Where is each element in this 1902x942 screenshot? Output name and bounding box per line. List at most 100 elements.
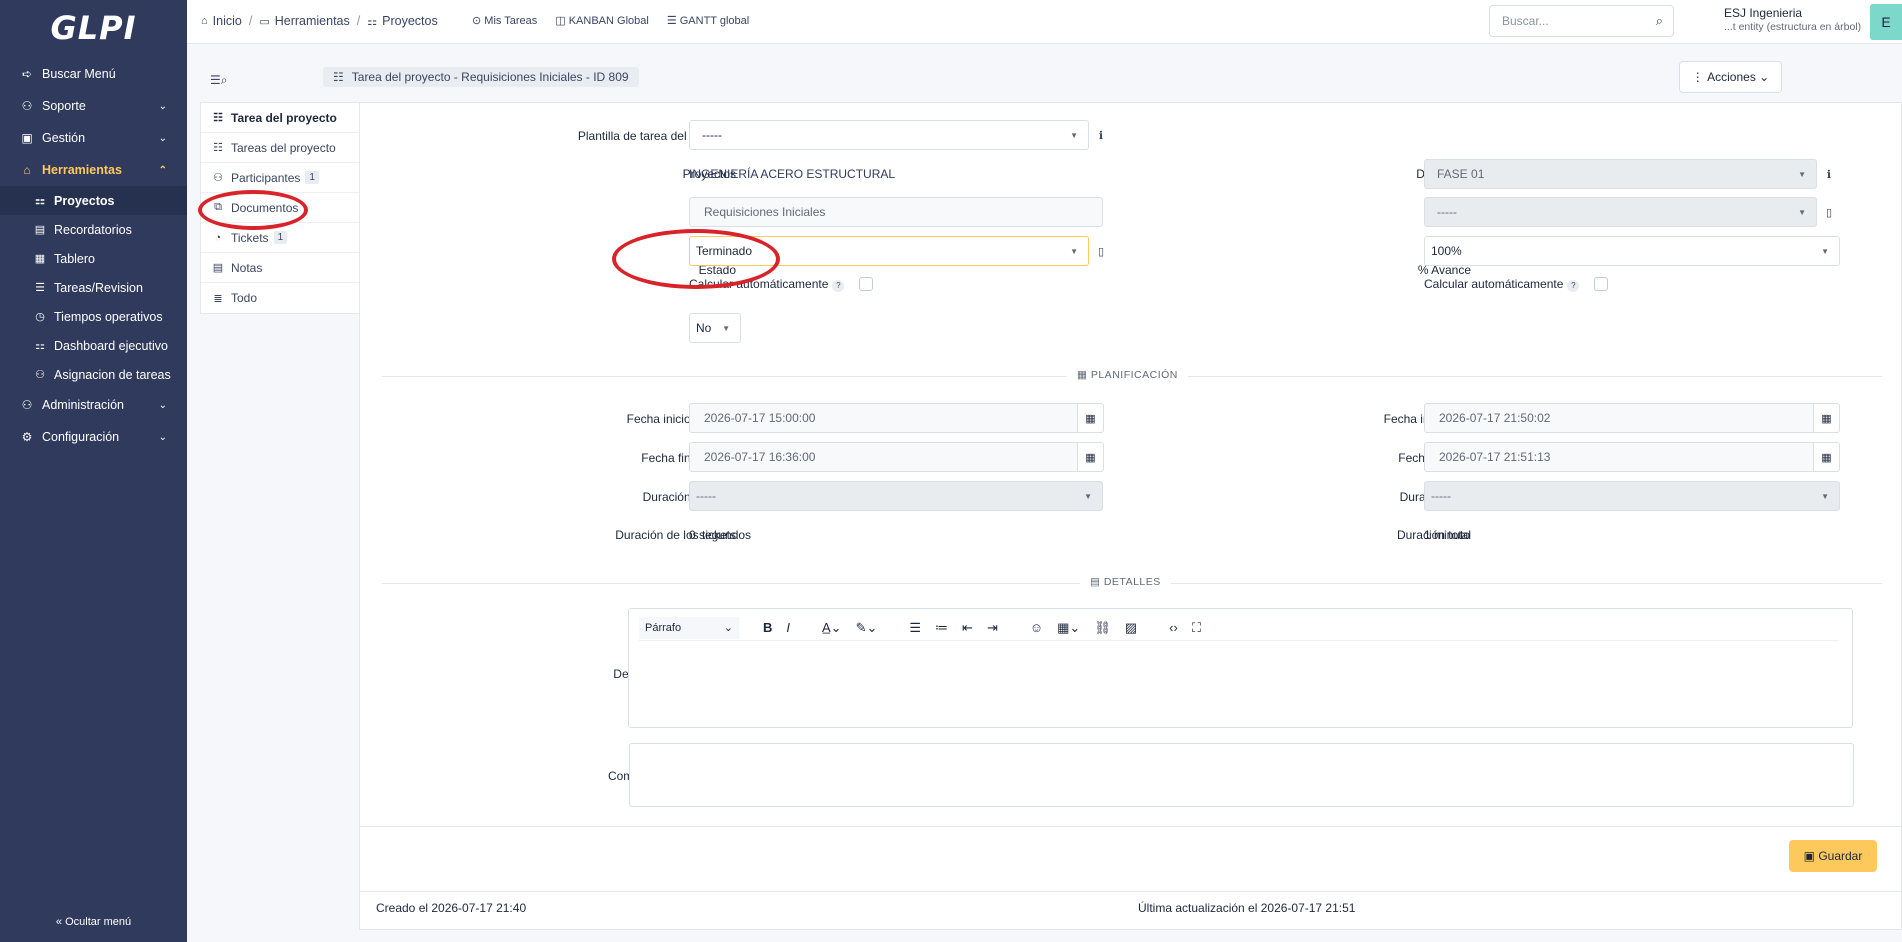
template-select[interactable]: ----- ▼	[689, 120, 1089, 150]
real-duration-select[interactable]: ----- ▼	[1424, 481, 1840, 511]
info-icon[interactable]: ℹ	[1094, 120, 1108, 150]
fullscreen-icon[interactable]: ⛶	[1192, 620, 1201, 636]
plan-start-value: 2026-07-17 15:00:00	[704, 411, 816, 425]
real-start-input[interactable]: 2026-07-17 21:50:02	[1424, 403, 1814, 433]
link-icon[interactable]: ⛓	[1094, 620, 1111, 636]
annotation-circle-documentos	[198, 190, 308, 230]
tab-tickets[interactable]: ◔ Tickets 1	[201, 223, 359, 253]
sidebar-item-label: Recordatorios	[54, 222, 132, 237]
search-input[interactable]: Buscar... ⌕	[1489, 5, 1674, 37]
breadcrumb-herramientas[interactable]: Herramientas	[275, 14, 350, 28]
outdent-icon[interactable]: ⇤	[962, 620, 973, 636]
text-color-icon[interactable]: A̲⌄	[822, 620, 842, 636]
info-icon[interactable]: ℹ	[1822, 159, 1836, 189]
numbered-list-icon[interactable]: ≔	[935, 620, 948, 636]
indent-icon[interactable]: ⇥	[987, 620, 998, 636]
italic-icon[interactable]: I	[786, 620, 790, 635]
sidebar-item-buscar-menu[interactable]: ➪ Buscar Menú	[0, 58, 187, 90]
type-value: -----	[1437, 205, 1457, 219]
description-editor[interactable]: Párrafo ⌄ B I A̲⌄ ✎⌄ ☰ ≔ ⇤ ⇥ ☺ ▦⌄ ⛓ ▨ ‹› …	[628, 608, 1853, 728]
tab-todo[interactable]: ≣ Todo	[201, 283, 359, 313]
note-icon: ▤	[212, 262, 224, 274]
help-icon[interactable]: ?	[1567, 280, 1580, 292]
tab-tareas-del-proyecto[interactable]: ☷ Tareas del proyecto	[201, 133, 359, 163]
hide-menu-button[interactable]: « Ocultar menú	[0, 916, 187, 928]
progress-auto-calc-checkbox[interactable]	[1594, 277, 1608, 291]
sidebar-item-tareas-revision[interactable]: ☰ Tareas/Revision	[0, 273, 187, 302]
collapse-tabs-icon[interactable]: ☰⌕	[210, 73, 227, 88]
milestone-select[interactable]: No ▼	[689, 313, 741, 343]
wallet-icon: ▣	[21, 131, 33, 145]
sidebar-item-configuracion[interactable]: ⚙ Configuración ⌄	[0, 421, 187, 453]
breadcrumb-separator: /	[248, 14, 253, 28]
code-icon[interactable]: ‹›	[1169, 620, 1178, 635]
name-input[interactable]: Requisiciones Iniciales	[689, 197, 1103, 227]
entity-name: ESJ Ingenieria	[1724, 6, 1803, 20]
task-form-card: Plantilla de tarea del proyecto ----- ▼ …	[359, 102, 1902, 930]
projects-link[interactable]: INGENIERÍA ACERO ESTRUCTURAL	[689, 167, 895, 181]
plan-end-value: 2026-07-17 16:36:00	[704, 450, 816, 464]
caret-down-icon: ▼	[1798, 169, 1806, 179]
plan-duration-select[interactable]: ----- ▼	[689, 481, 1103, 511]
bold-icon[interactable]: B	[763, 620, 772, 635]
sidebar-item-asignacion-tareas[interactable]: ⚇ Asignacion de tareas	[0, 360, 187, 389]
sidebar-item-administracion[interactable]: ⚇ Administración ⌄	[0, 389, 187, 421]
real-start-value: 2026-07-17 21:50:02	[1439, 411, 1551, 425]
type-select[interactable]: ----- ▼	[1424, 197, 1817, 227]
tab-notas[interactable]: ▤ Notas	[201, 253, 359, 283]
sidebar-item-gestion[interactable]: ▣ Gestión ⌄	[0, 122, 187, 154]
bullet-list-icon[interactable]: ☰	[909, 620, 921, 636]
glpi-logo[interactable]: GLPI	[0, 0, 187, 56]
link-label: Mis Tareas	[484, 15, 538, 27]
entity-sub: ...t entity (estructura en árbol)	[1724, 21, 1862, 33]
paragraph-format-select[interactable]: Párrafo ⌄	[639, 616, 739, 639]
plan-end-input[interactable]: 2026-07-17 16:36:00	[689, 442, 1078, 472]
tickets-duration-value: 0 segundos	[689, 528, 752, 542]
sidebar-item-dashboard-ejecutivo[interactable]: ⚏ Dashboard ejecutivo	[0, 331, 187, 360]
save-button[interactable]: ▣ Guardar	[1789, 840, 1877, 872]
sidebar-item-label: Tablero	[54, 251, 95, 266]
help-icon[interactable]: ?	[832, 280, 845, 292]
calendar-icon[interactable]: ▦	[1078, 403, 1104, 433]
plan-start-input[interactable]: 2026-07-17 15:00:00	[689, 403, 1078, 433]
sidebar-item-herramientas[interactable]: ⌂ Herramientas ⌃	[0, 154, 187, 186]
calendar-icon[interactable]: ▦	[1078, 442, 1104, 472]
tab-tarea-del-proyecto[interactable]: ☷ Tarea del proyecto	[201, 103, 359, 133]
table-icon[interactable]: ▦⌄	[1057, 620, 1080, 636]
chevron-up-icon: ⌃	[158, 164, 167, 176]
tab-participantes[interactable]: ⚇ Participantes 1	[201, 163, 359, 193]
calendar-icon[interactable]: ▦	[1814, 442, 1840, 472]
sidebar-item-proyectos[interactable]: ⚏ Proyectos	[0, 186, 187, 215]
calendar-icon[interactable]: ▦	[1814, 403, 1840, 433]
sidebar-item-tablero[interactable]: ▦ Tablero	[0, 244, 187, 273]
emoji-icon[interactable]: ☺	[1030, 620, 1043, 635]
parent-select[interactable]: FASE 01 ▼	[1424, 159, 1817, 189]
highlight-color-icon[interactable]: ✎⌄	[856, 620, 878, 636]
sidebar-item-recordatorios[interactable]: ▤ Recordatorios	[0, 215, 187, 244]
footer-divider	[360, 891, 1902, 892]
caret-down-icon: ▼	[1798, 207, 1806, 217]
image-icon[interactable]: ▨	[1125, 620, 1137, 636]
sidebar-item-soporte[interactable]: ⚇ Soporte ⌄	[0, 90, 187, 122]
link-mis-tareas[interactable]: ⊙ Mis Tareas	[472, 14, 537, 27]
chevron-down-icon: ⌄	[158, 399, 167, 411]
progress-select[interactable]: 100% ▼	[1424, 236, 1840, 266]
link-kanban-global[interactable]: ◫ KANBAN Global	[555, 14, 649, 27]
breadcrumb-proyectos[interactable]: Proyectos	[382, 14, 438, 28]
add-icon[interactable]: ▯	[1822, 197, 1836, 227]
add-icon[interactable]: ▯	[1094, 236, 1108, 266]
page-title-text: Tarea del proyecto - Requisiciones Inici…	[351, 70, 629, 84]
entity-selector[interactable]: ESJ Ingenieria ...t entity (estructura e…	[1724, 6, 1861, 34]
avatar[interactable]: E	[1870, 4, 1902, 40]
comments-textarea[interactable]	[629, 743, 1854, 807]
users-icon: ⚇	[213, 172, 223, 184]
search-icon[interactable]: ⌕	[1656, 13, 1663, 29]
sidebar-item-tiempos-operativos[interactable]: ◷ Tiempos operativos	[0, 302, 187, 331]
link-gantt-global[interactable]: ☰ GANTT global	[667, 14, 749, 27]
caret-down-icon: ▼	[1084, 491, 1092, 501]
real-end-input[interactable]: 2026-07-17 21:51:13	[1424, 442, 1814, 472]
stack-icon: ≣	[213, 292, 223, 305]
status-auto-calc-checkbox[interactable]	[859, 277, 873, 291]
actions-button[interactable]: ⋮ Acciones ⌄	[1679, 61, 1782, 93]
breadcrumb-inicio[interactable]: Inicio	[213, 14, 242, 28]
